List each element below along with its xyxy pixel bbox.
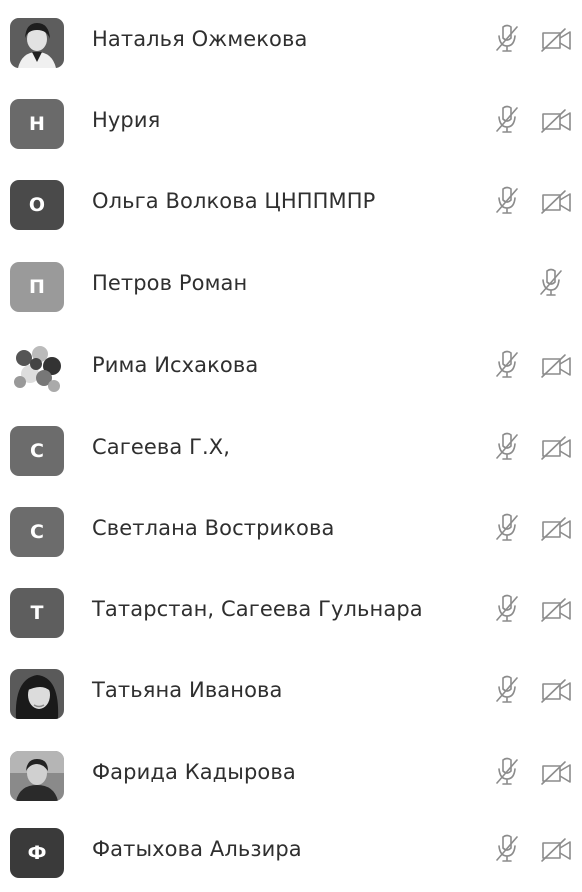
participant-row[interactable]: С Светлана Вострикова [0,489,582,571]
mic-muted-icon[interactable] [494,834,520,864]
avatar: О [10,180,64,230]
avatar-photo-icon [10,669,64,719]
video-off-icon[interactable] [540,837,574,863]
participant-row[interactable]: П Петров Роман [0,244,582,326]
video-off-icon[interactable] [540,353,574,379]
participant-name: Нурия [92,108,161,132]
mic-muted-icon[interactable] [494,432,520,462]
video-off-icon[interactable] [540,678,574,704]
avatar-photo-icon [10,344,64,394]
participant-name: Светлана Вострикова [92,516,335,540]
participant-name: Татьяна Иванова [92,678,283,702]
mic-muted-icon[interactable] [494,513,520,543]
video-off-icon[interactable] [540,760,574,786]
avatar: П [10,262,64,312]
mic-muted-icon[interactable] [494,350,520,380]
participant-name: Петров Роман [92,271,248,295]
participant-name: Рима Исхакова [92,353,259,377]
participant-row[interactable]: Рима Исхакова [0,326,582,408]
video-off-icon[interactable] [540,189,574,215]
participant-row[interactable]: Наталья Ожмекова [0,0,582,82]
video-off-icon[interactable] [540,27,574,53]
participant-name: Ольга Волкова ЦНППМПР [92,189,376,213]
mic-muted-icon[interactable] [494,186,520,216]
avatar: С [10,507,64,557]
video-off-icon[interactable] [540,597,574,623]
mic-muted-icon[interactable] [494,675,520,705]
video-off-icon[interactable] [540,435,574,461]
participant-row[interactable]: С Сагеева Г.Х, [0,408,582,490]
participant-row[interactable]: О Ольга Волкова ЦНППМПР [0,162,582,244]
mic-muted-icon[interactable] [494,594,520,624]
avatar-photo-icon [10,751,64,801]
avatar: Т [10,588,64,638]
participant-name: Фатыхова Альзира [92,837,302,861]
mic-muted-icon[interactable] [494,105,520,135]
participant-name: Татарстан, Сагеева Гульнара [92,597,423,621]
mic-muted-icon[interactable] [494,757,520,787]
participant-row[interactable]: Фарида Кадырова [0,733,582,815]
avatar-photo-icon [10,18,64,68]
avatar [10,18,64,68]
participant-row[interactable]: Ф Фатыхова Альзира [0,810,582,892]
avatar [10,669,64,719]
participant-row[interactable]: Н Нурия [0,81,582,163]
avatar: С [10,426,64,476]
participant-name: Наталья Ожмекова [92,27,308,51]
video-off-icon[interactable] [540,108,574,134]
video-off-icon[interactable] [540,516,574,542]
participant-row[interactable]: Татьяна Иванова [0,651,582,733]
avatar: Н [10,99,64,149]
participants-list: Наталья Ожмекова Н Нурия О Ольга Волкова… [0,0,582,892]
avatar [10,344,64,394]
participant-name: Сагеева Г.Х, [92,435,231,459]
avatar: Ф [10,828,64,878]
mic-muted-icon[interactable] [494,24,520,54]
participant-row[interactable]: Т Татарстан, Сагеева Гульнара [0,570,582,652]
mic-muted-icon[interactable] [538,268,564,298]
participant-name: Фарида Кадырова [92,760,296,784]
avatar [10,751,64,801]
